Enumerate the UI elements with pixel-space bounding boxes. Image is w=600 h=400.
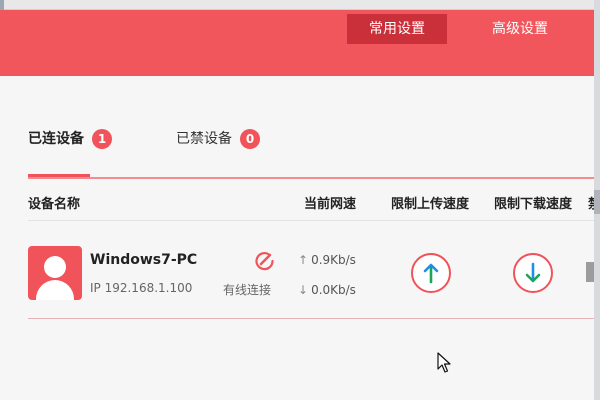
blocked-count-badge: 0 [240, 129, 260, 149]
mouse-cursor-icon [437, 352, 451, 373]
block-device-toggle[interactable] [586, 262, 594, 282]
up-arrow-icon: ↑ [298, 253, 309, 267]
download-speed-value: 0.0Kb/s [311, 283, 356, 297]
down-arrow-icon: ↓ [298, 283, 309, 297]
column-header-speed: 当前网速 [304, 197, 357, 212]
connected-count-badge: 1 [92, 129, 112, 149]
scrollbar-thumb[interactable] [594, 190, 600, 214]
limit-upload-button[interactable] [411, 253, 451, 293]
connection-type: 有线连接 [223, 283, 272, 297]
tab-blocked-label: 已禁设备 [176, 131, 232, 147]
window-corner [0, 0, 4, 10]
window-top-strip [0, 0, 600, 10]
device-name: Windows7-PC [90, 252, 198, 268]
tab-connected-devices[interactable]: 已连设备 1 [28, 128, 112, 150]
column-header-download-limit: 限制下载速度 [494, 197, 573, 212]
row-divider [28, 318, 594, 319]
tab-blocked-devices[interactable]: 已禁设备 0 [176, 128, 260, 150]
column-header-name: 设备名称 [28, 197, 81, 212]
upload-speed-value: 0.9Kb/s [311, 253, 356, 267]
tab-advanced-settings[interactable]: 高级设置 [470, 14, 570, 44]
column-header-extra: 禁 [588, 196, 594, 214]
download-arrow-icon [525, 262, 541, 283]
device-ip: IP 192.168.1.100 [90, 281, 193, 295]
tab-connected-label: 已连设备 [28, 131, 84, 147]
upload-speed: ↑ 0.9Kb/s [298, 253, 356, 267]
header-bar: 常用设置 高级设置 [0, 10, 600, 76]
avatar-icon [28, 246, 82, 300]
tab-divider [28, 177, 594, 179]
header-divider [28, 220, 594, 221]
edit-icon[interactable] [253, 250, 275, 272]
tab-common-settings[interactable]: 常用设置 [347, 14, 447, 44]
limit-download-button[interactable] [513, 253, 553, 293]
download-speed: ↓ 0.0Kb/s [298, 283, 356, 297]
column-header-upload-limit: 限制上传速度 [391, 197, 470, 212]
scrollbar[interactable] [594, 0, 600, 400]
upload-arrow-icon [423, 263, 439, 284]
